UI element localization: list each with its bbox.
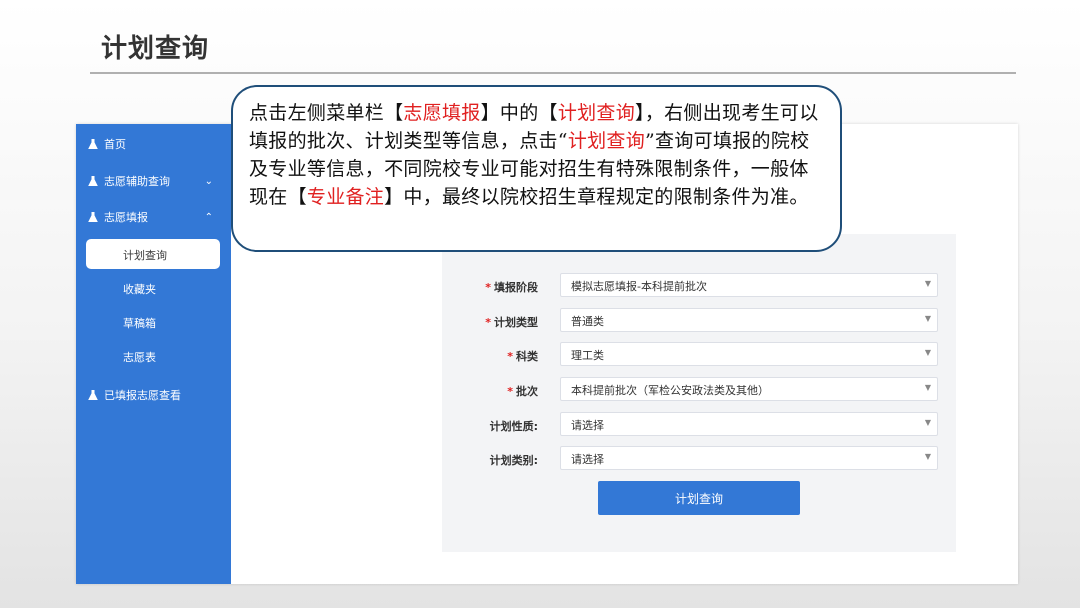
field-label: * 计划类型 — [485, 316, 538, 329]
select-value: 本科提前批次（军检公安政法类及其他） — [571, 384, 769, 397]
callout-highlight: 志愿填报 — [403, 102, 481, 124]
caret-down-icon: ▼ — [924, 418, 931, 427]
callout-text: 】中，最终以院校招生章程规定的限制条件为准。 — [384, 186, 809, 208]
select-value: 普通类 — [571, 315, 604, 328]
batch-select[interactable]: 本科提前批次（军检公安政法类及其他） ▼ — [560, 377, 938, 401]
form-row-plan-nature: 计划性质: 请选择 ▼ — [442, 412, 956, 438]
required-mark: * — [507, 350, 513, 363]
callout-text: 点击左侧菜单栏【 — [249, 102, 404, 124]
chevron-up-icon: ⌃ — [204, 211, 213, 223]
flask-icon — [88, 212, 98, 222]
required-mark: * — [485, 281, 491, 294]
plan-category-select[interactable]: 请选择 ▼ — [560, 446, 938, 470]
sidebar-item-home[interactable]: 首页 — [76, 129, 231, 159]
plan-nature-select[interactable]: 请选择 ▼ — [560, 412, 938, 436]
sidebar-subitem-favorites[interactable]: 收藏夹 — [123, 281, 156, 297]
callout-highlight: 计划查询 — [567, 130, 646, 152]
flask-icon — [88, 176, 98, 186]
sidebar-item-label: 志愿辅助查询 — [104, 175, 170, 188]
field-label: * 填报阶段 — [485, 281, 538, 294]
sidebar-item-volunteer-assist[interactable]: 志愿辅助查询 ⌄ — [76, 166, 231, 196]
field-label: * 批次 — [507, 385, 538, 398]
instruction-callout: 点击左侧菜单栏【志愿填报】中的【计划查询】，右侧出现考生可以填报的批次、计划类型… — [231, 85, 842, 252]
form-row-plan-type: * 计划类型 普通类 ▼ — [442, 308, 956, 334]
sidebar-item-submitted-view[interactable]: 已填报志愿查看 — [76, 380, 231, 410]
field-label: 计划性质: — [489, 420, 538, 433]
required-mark: * — [507, 385, 513, 398]
chevron-down-icon: ⌄ — [204, 175, 213, 187]
plan-type-select[interactable]: 普通类 ▼ — [560, 308, 938, 332]
form-row-stage: * 填报阶段 模拟志愿填报-本科提前批次 ▼ — [442, 273, 956, 299]
select-value: 理工类 — [571, 349, 604, 362]
caret-down-icon: ▼ — [924, 279, 931, 288]
sidebar-subitem-volunteer-table[interactable]: 志愿表 — [123, 349, 156, 365]
sidebar-subitem-plan-query[interactable]: 计划查询 — [86, 239, 220, 269]
caret-down-icon: ▼ — [924, 383, 931, 392]
caret-down-icon: ▼ — [924, 314, 931, 323]
callout-highlight: 计划查询 — [557, 102, 636, 124]
sidebar: 首页 志愿辅助查询 ⌄ 志愿填报 ⌃ 计划查询 收藏夹 草稿箱 志愿表 已填报志… — [76, 124, 231, 584]
query-form-panel: * 填报阶段 模拟志愿填报-本科提前批次 ▼ * 计划类型 普通类 ▼ * 科类 理工… — [442, 234, 956, 552]
slide-title: 计划查询 — [101, 34, 210, 64]
form-row-subject: * 科类 理工类 ▼ — [442, 342, 956, 368]
flask-icon — [88, 390, 98, 400]
required-mark: * — [485, 316, 491, 329]
select-value: 请选择 — [571, 419, 604, 432]
field-label: 计划类别: — [489, 454, 538, 467]
callout-highlight: 专业备注 — [306, 186, 385, 208]
sidebar-subitem-drafts[interactable]: 草稿箱 — [123, 315, 156, 331]
sidebar-subitem-label: 计划查询 — [123, 249, 167, 262]
sidebar-item-label: 首页 — [104, 138, 126, 151]
select-value: 请选择 — [571, 453, 604, 466]
title-divider — [90, 72, 1016, 74]
select-value: 模拟志愿填报-本科提前批次 — [571, 280, 707, 293]
callout-text: 】中的【 — [480, 102, 558, 124]
caret-down-icon: ▼ — [924, 452, 931, 461]
caret-down-icon: ▼ — [924, 348, 931, 357]
form-row-batch: * 批次 本科提前批次（军检公安政法类及其他） ▼ — [442, 377, 956, 403]
sidebar-item-volunteer-fill[interactable]: 志愿填报 ⌃ — [76, 202, 231, 232]
sidebar-item-label: 志愿填报 — [104, 211, 148, 224]
subject-select[interactable]: 理工类 ▼ — [560, 342, 938, 366]
form-row-plan-category: 计划类别: 请选择 ▼ — [442, 446, 956, 472]
field-label: * 科类 — [507, 350, 538, 363]
sidebar-item-label: 已填报志愿查看 — [104, 389, 181, 402]
plan-query-button[interactable]: 计划查询 — [598, 481, 800, 515]
flask-icon — [88, 139, 98, 149]
stage-select[interactable]: 模拟志愿填报-本科提前批次 ▼ — [560, 273, 938, 297]
